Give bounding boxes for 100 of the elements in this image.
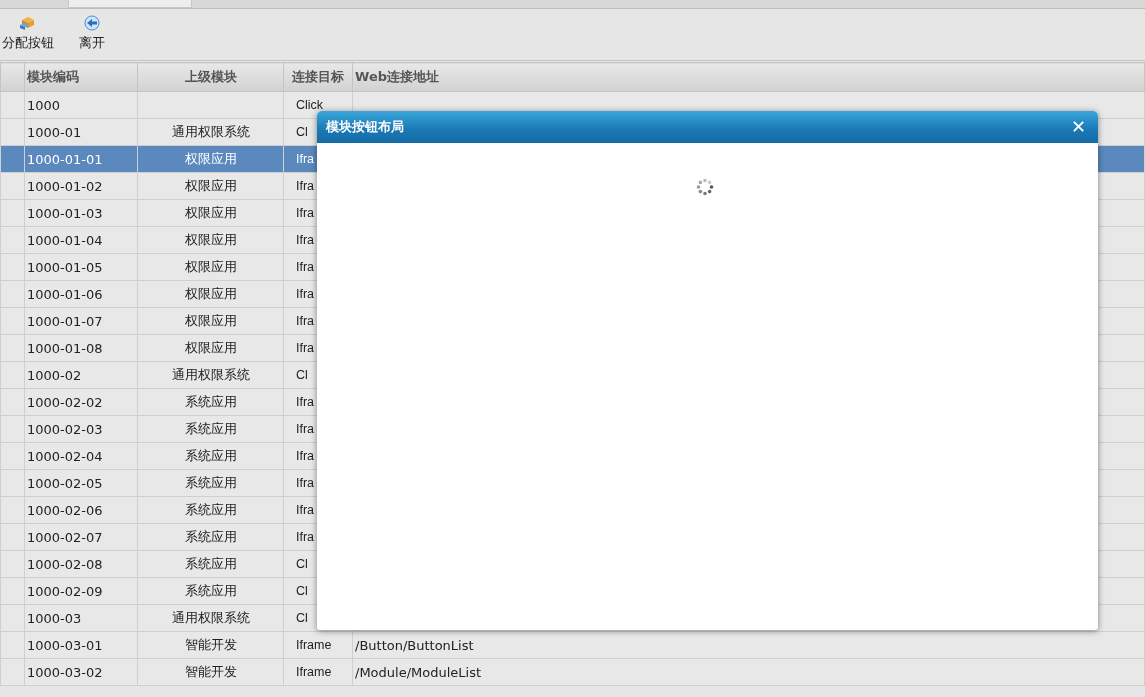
page-tab[interactable] [68,0,192,8]
table-cell: 通用权限系统 [171,610,250,625]
table-cell: 权限应用 [184,286,237,301]
table-cell: 通用权限系统 [171,124,250,139]
table-cell: 1000-02-03 [27,421,103,437]
table-cell: 权限应用 [184,178,237,193]
table-cell: 1000-02-06 [27,502,103,518]
table-cell: Ifra [296,422,315,436]
table-cell: 系统应用 [184,529,237,544]
row-marker[interactable] [0,415,25,443]
table-cell: Ifra [296,206,315,220]
column-header[interactable]: Web连接地址 [352,62,1145,92]
column-header[interactable]: 上级模块 [137,62,284,92]
table-cell: 1000-01-03 [27,205,103,221]
table-cell: 1000 [27,97,61,113]
table-cell: 1000-03-01 [27,637,103,653]
row-marker[interactable] [0,388,25,416]
table-cell: Ifra [296,341,315,355]
row-marker[interactable] [0,91,25,119]
table-cell: Ifra [296,395,315,409]
table-cell: 系统应用 [184,475,237,490]
table-cell: 1000-01-05 [27,259,103,275]
table-cell: Ifra [296,314,315,328]
table-cell: 系统应用 [184,394,237,409]
table-cell: Ifra [296,152,315,166]
table-cell: Cl [296,557,308,571]
table-cell: 1000-02-08 [27,556,103,572]
row-marker[interactable] [0,658,25,686]
table-cell: 1000-01-02 [27,178,103,194]
table-cell: Ifra [296,530,315,544]
table-cell: 1000-03-02 [27,664,103,680]
table-cell: 1000-01-04 [27,232,103,248]
table-cell: 1000-01-07 [27,313,103,329]
table-cell: Ifra [296,503,315,517]
table-cell: Ifra [296,287,315,301]
table-cell: 1000-02-05 [27,475,103,491]
table-cell: 1000-01-08 [27,340,103,356]
table-cell: Ifra [296,449,315,463]
table-cell: 1000-02 [27,367,82,383]
table-cell: 智能开发 [184,637,237,652]
table-cell: 智能开发 [184,664,237,679]
column-header[interactable]: 模块编码 [24,62,138,92]
table-cell: 系统应用 [184,421,237,436]
table-cell: 系统应用 [184,583,237,598]
toolbar-button[interactable]: 分配按钮 [2,15,58,52]
table-cell: 权限应用 [184,259,237,274]
column-header[interactable]: 连接目标 [283,62,353,92]
row-marker[interactable] [0,199,25,227]
row-marker[interactable] [0,280,25,308]
table-cell: Ifra [296,179,315,193]
table-cell: 通用权限系统 [171,367,250,382]
row-marker[interactable] [0,361,25,389]
row-marker[interactable] [0,577,25,605]
row-marker[interactable] [0,253,25,281]
table-cell: Cl [296,584,308,598]
table-cell: Ifra [296,476,315,490]
toolbar-button[interactable]: 离开 [66,15,122,52]
table-cell: Cl [296,125,308,139]
table-cell: Ifra [296,233,315,247]
row-marker[interactable] [0,226,25,254]
table-cell: 1000-02-09 [27,583,103,599]
table-cell: 1000-01-01 [27,151,103,167]
row-marker[interactable] [0,469,25,497]
table-cell: Click [296,98,324,112]
row-marker[interactable] [0,523,25,551]
table-cell: 权限应用 [184,232,237,247]
table-cell: 权限应用 [184,340,237,355]
table-cell: 系统应用 [184,448,237,463]
table-cell: Cl [296,368,308,382]
table-cell: 系统应用 [184,556,237,571]
table-cell: Cl [296,611,308,625]
table-cell: 1000-01-06 [27,286,103,302]
table-cell: 1000-03 [27,610,82,626]
row-marker[interactable] [0,604,25,632]
table-cell: 系统应用 [184,502,237,517]
close-button[interactable]: ✕ [1070,118,1086,136]
row-marker[interactable] [0,172,25,200]
selected-row-marker[interactable] [0,145,25,173]
table-cell: 1000-01 [27,124,82,140]
table-cell: 1000-02-07 [27,529,103,545]
row-marker[interactable] [0,118,25,146]
row-marker[interactable] [0,334,25,362]
row-marker[interactable] [0,442,25,470]
table-cell: 权限应用 [184,151,237,166]
table-cell: 1000-02-04 [27,448,103,464]
row-marker[interactable] [0,307,25,335]
table-cell: Ifra [296,260,315,274]
table-cell: Iframe [296,638,332,652]
table-cell: 权限应用 [184,313,237,328]
loading-spinner-icon [696,178,714,196]
row-marker[interactable] [0,496,25,524]
table-cell: /Button/ButtonList [355,637,474,653]
table-cell: 权限应用 [184,205,237,220]
dialog-title: 模块按钮布局 [326,118,404,136]
row-marker[interactable] [0,631,25,659]
table-cell: Iframe [296,665,332,679]
row-marker[interactable] [0,550,25,578]
table-cell: /Module/ModuleList [355,664,482,680]
boxes-icon [19,15,37,31]
table-cell: 1000-02-02 [27,394,103,410]
